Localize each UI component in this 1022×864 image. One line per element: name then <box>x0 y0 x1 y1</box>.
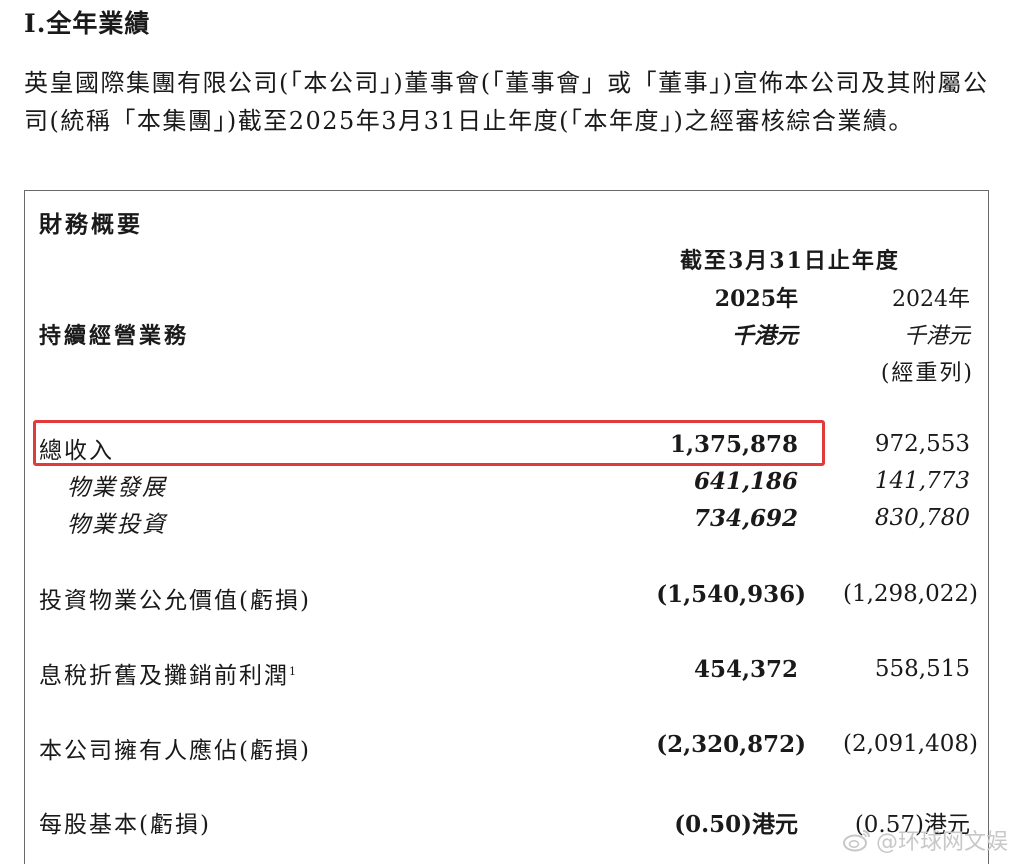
financial-summary-box: 財務概要 截至3月31日止年度 2025年 2024年 千港元 千港元 (經重列… <box>24 190 989 864</box>
row-label-loss-attributable: 本公司擁有人應佔(虧損) <box>39 738 311 764</box>
row-previous-property-development: 141,773 <box>874 468 970 494</box>
column-unit-current: 千港元 <box>731 323 798 349</box>
intro-paragraph: 英皇國際集團有限公司(「本公司」)董事會(「董事會」或「董事」)宣佈本公司及其附… <box>24 69 989 135</box>
period-header: 截至3月31日止年度 <box>680 248 900 274</box>
row-label-fair-value-loss: 投資物業公允價值(虧損) <box>39 588 311 614</box>
weibo-icon <box>842 830 870 852</box>
footnote-marker: 1 <box>289 665 296 678</box>
row-label-property-development: 物業發展 <box>67 475 167 501</box>
summary-title: 財務概要 <box>39 211 143 238</box>
row-current-property-investment: 734,692 <box>693 505 798 532</box>
column-year-previous: 2024年 <box>892 287 970 312</box>
row-previous-property-investment: 830,780 <box>874 505 970 531</box>
column-unit-previous: 千港元 <box>903 324 970 349</box>
segment-heading: 持續經營業務 <box>39 323 190 349</box>
row-current-ebitda: 454,372 <box>693 656 798 683</box>
watermark: @环球网文娱 <box>842 824 1008 856</box>
row-current-basic-loss-per-share: (0.50)港元 <box>674 811 798 838</box>
row-previous-ebitda: 558,515 <box>874 656 970 682</box>
row-previous-total-revenue: 972,553 <box>874 431 970 457</box>
row-current-loss-attributable: (2,320,872) <box>656 731 806 758</box>
row-label-basic-loss-per-share: 每股基本(虧損) <box>39 812 211 838</box>
column-year-current: 2025年 <box>714 286 798 312</box>
watermark-text: @环球网文娱 <box>875 830 1008 855</box>
row-label-property-investment: 物業投資 <box>67 512 167 538</box>
row-current-fair-value-loss: (1,540,936) <box>656 581 806 608</box>
row-previous-fair-value-loss: (1,298,022) <box>842 581 978 607</box>
row-previous-loss-attributable: (2,091,408) <box>842 731 978 757</box>
section-title: I.全年業績 <box>24 9 151 38</box>
highlight-rectangle <box>33 420 825 466</box>
row-current-property-development: 641,186 <box>693 468 798 495</box>
row-label-ebitda: 息稅折舊及攤銷前利潤1 <box>39 663 296 689</box>
column-note-previous: (經重列) <box>880 361 974 386</box>
